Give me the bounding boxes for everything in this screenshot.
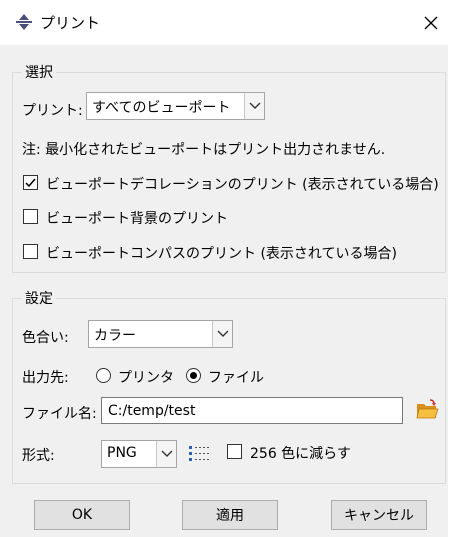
color-select[interactable]: カラー [88, 320, 233, 348]
format-label: 形式: [22, 448, 55, 464]
printer-radio[interactable] [96, 368, 111, 383]
folder-open-icon[interactable] [415, 399, 439, 421]
print-label: プリント: [22, 103, 83, 119]
chevron-down-icon[interactable] [156, 441, 176, 467]
close-icon [424, 16, 438, 30]
filename-label: ファイル名: [22, 406, 97, 422]
color-select-value: カラー [94, 328, 136, 344]
format-select-value: PNG [107, 445, 137, 461]
color-label: 色合い: [22, 330, 69, 346]
print-select[interactable]: すべてのビューポート [86, 92, 265, 120]
note-text: 注: 最小化されたビューポートはプリント出力されません. [22, 142, 386, 158]
background-checkbox[interactable] [23, 209, 38, 224]
filename-input[interactable] [102, 398, 402, 423]
format-select[interactable]: PNG [101, 440, 177, 468]
close-button[interactable] [414, 8, 448, 38]
print-select-value: すべてのビューポート [92, 100, 231, 116]
reduce-colors-label: 256 色に減らす [250, 446, 351, 462]
chevron-down-icon[interactable] [244, 93, 264, 119]
window-title: プリント [40, 14, 101, 32]
window-edge [448, 45, 458, 537]
compass-label: ビューポートコンパスのプリント (表示されている場合) [46, 246, 397, 262]
format-options-icon[interactable] [188, 444, 212, 464]
cancel-button[interactable]: キャンセル [331, 500, 427, 530]
destination-label: 出力先: [22, 370, 69, 386]
title-bar: プリント [0, 0, 458, 45]
decoration-checkbox[interactable] [23, 175, 38, 190]
reduce-colors-checkbox[interactable] [227, 444, 242, 459]
abaqus-icon [15, 13, 33, 31]
compass-checkbox[interactable] [23, 244, 38, 259]
selection-legend: 選択 [22, 62, 56, 82]
apply-button[interactable]: 適用 [182, 500, 278, 530]
decoration-label: ビューポートデコレーションのプリント (表示されている場合) [46, 177, 439, 193]
printer-radio-label: プリンタ [118, 370, 174, 386]
filename-field[interactable] [101, 397, 403, 424]
background-label: ビューポート背景のプリント [46, 211, 228, 227]
file-radio[interactable] [186, 368, 201, 383]
file-radio-label: ファイル [208, 370, 264, 386]
settings-legend: 設定 [22, 288, 56, 308]
check-icon [25, 178, 36, 188]
chevron-down-icon[interactable] [212, 321, 232, 347]
ok-button[interactable]: OK [34, 500, 130, 530]
